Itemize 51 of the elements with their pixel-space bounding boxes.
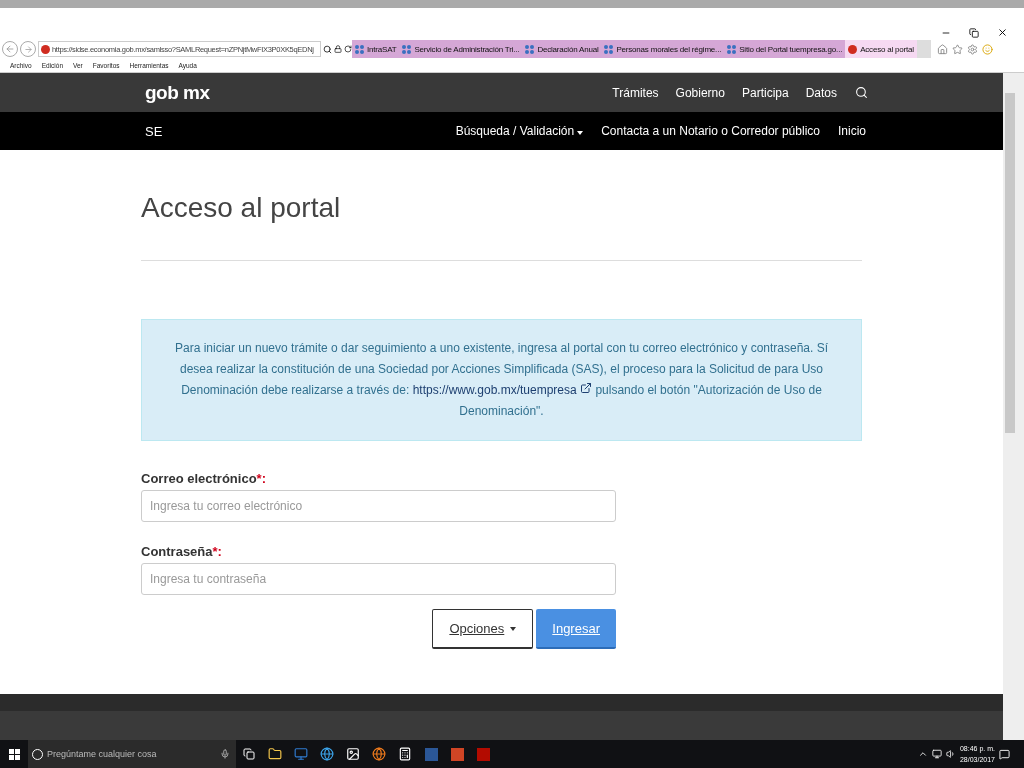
nav-link[interactable]: Trámites [612,85,659,100]
browser-tab[interactable]: Acceso al portal [845,40,917,58]
text-field[interactable]: Ingresa tu correo electrónico [141,490,616,522]
field-label: Contraseña*: [141,544,223,559]
back-arrow-icon [5,44,15,54]
site-icon [848,44,858,54]
volume-icon[interactable] [945,749,956,759]
nav-link[interactable]: Gobierno [675,85,725,100]
text-field[interactable]: Ingresa tu contraseña [141,563,616,595]
notification-icon[interactable] [999,748,1010,760]
taskbar-search-field[interactable]: Pregúntame cualquier cosa [28,740,236,768]
search-icon[interactable] [323,44,332,54]
site-link[interactable]: https://www.gob.mx/tuempresa [412,383,593,397]
nav-link[interactable]: Datos [805,85,837,100]
microphone-icon[interactable] [220,749,230,759]
refresh-icon[interactable] [344,45,352,53]
browser-tab[interactable]: Servicio de Administración Tri... [399,40,523,58]
restore-icon[interactable] [969,28,979,38]
field-label: Correo electrónico*: [141,471,267,486]
site-logo[interactable]: gob mx [145,81,210,104]
nav-link[interactable]: Participa [741,85,789,100]
site-icon [604,44,614,54]
chevron-up-icon[interactable] [917,749,928,759]
browser-tab[interactable]: IntraSAT [352,40,400,58]
home-icon[interactable] [936,43,948,55]
options-button[interactable]: Opciones [432,609,534,649]
subnav-link[interactable]: Inicio [838,124,866,138]
section-title[interactable]: SE [145,123,163,139]
external-link-icon [580,382,593,394]
subnav-link[interactable]: Búsqueda / Validación [455,124,584,138]
close-icon[interactable] [997,27,1008,38]
site-icon [402,44,412,54]
browser-tab[interactable]: Declaración Anual [522,40,602,58]
site-icon [525,44,535,54]
page-title: Acceso al portal [141,192,342,224]
site-icon [727,44,737,54]
caret-icon [577,131,584,135]
network-icon[interactable] [931,749,942,759]
subnav-link[interactable]: Contacta a un Notario o Corredor público [601,124,820,138]
caret-icon [510,626,517,631]
browser-tab[interactable]: Sitio del Portal tuempresa.go... [724,40,846,58]
lock-icon [334,45,342,53]
browser-tab[interactable]: Personas morales del régime... [601,40,725,58]
search-icon[interactable] [855,86,868,99]
forward-arrow-icon [23,44,33,54]
site-icon [355,44,364,54]
scrollbar[interactable] [1003,73,1024,740]
site-icon [41,44,50,54]
settings-icon[interactable] [966,43,978,55]
info-notice: Para iniciar un nuevo trámite o dar seguimiento a uno existente, ingresa al portal con tu correo electrónico y contraseña. Sí desea realizar la constitución de una Sociedad por Acciones Simplificada (SAS), el proceso para la Solicitud de para Uso Denominación debe realizarse a través de: https://www.gob.mx/tuempresa pulsando el botón "Autorización de Uso de Denominación". [141,319,862,441]
star-icon[interactable] [951,43,963,55]
